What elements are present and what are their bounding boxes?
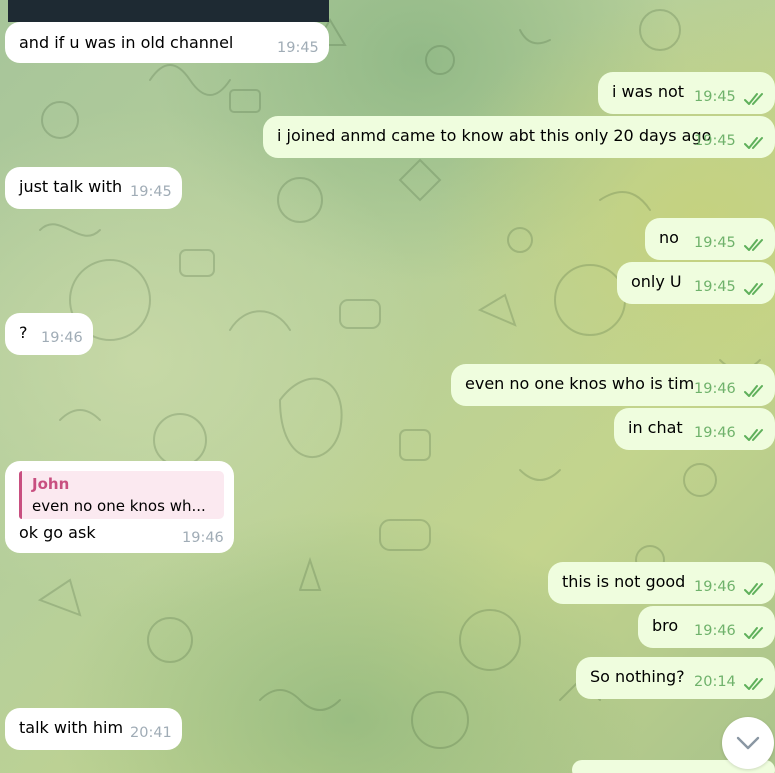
reply-quote[interactable]: John even no one knos wh... [19,471,224,519]
message-time: 19:45 [694,235,736,251]
double-check-icon [744,137,763,149]
message-time: 19:45 [694,279,736,295]
message-text: only U [631,272,682,291]
message-text: i was not [612,82,685,101]
message-bubble[interactable]: just talk with 19:45 [5,167,182,209]
reply-accent-bar [19,471,22,519]
message-bubble[interactable]: John even no one knos wh... ok go ask 19… [5,461,234,553]
message-bubble[interactable]: So nothing? 20:14 [576,657,775,699]
chevron-down-icon [736,736,760,750]
media-preview-edge[interactable] [8,0,329,22]
message-bubble[interactable]: i joined anmd came to know abt this only… [263,116,775,158]
double-check-icon [744,283,763,295]
reply-snippet: even no one knos wh... [32,497,206,515]
message-bubble[interactable]: and if u was in old channel 19:45 [5,22,329,63]
double-check-icon [744,429,763,441]
message-time: 19:45 [694,133,736,149]
message-bubble[interactable]: i was not 19:45 [598,72,775,114]
message-text: even no one knos who is tim [465,374,695,393]
message-bubble[interactable]: talk with him 20:41 [5,708,182,750]
message-text: So nothing? [590,667,685,686]
double-check-icon [744,583,763,595]
message-time: 19:46 [694,579,736,595]
message-time: 19:46 [694,381,736,397]
message-text: in chat [628,418,683,437]
message-time: 20:41 [130,725,172,741]
message-time: 19:45 [694,89,736,105]
message-text: ok go ask [19,523,96,542]
double-check-icon [744,93,763,105]
message-text: talk with him [19,718,124,737]
message-bubble[interactable]: no 19:45 [645,218,775,260]
message-bubble[interactable]: bro 19:46 [638,606,775,648]
double-check-icon [744,385,763,397]
message-text: i joined anmd came to know abt this only… [277,126,712,145]
message-bubble[interactable]: only U 19:45 [617,262,775,304]
double-check-icon [744,678,763,690]
message-text: bro [652,616,679,635]
scroll-to-bottom-button[interactable] [722,717,774,769]
double-check-icon [744,627,763,639]
message-bubble[interactable]: this is not good 19:46 [548,562,775,604]
message-time: 19:45 [130,184,172,200]
message-time: 19:45 [277,40,319,56]
message-time: 19:46 [182,530,224,546]
message-text: ? [19,323,28,342]
message-text: this is not good [562,572,686,591]
message-time: 19:46 [694,623,736,639]
message-time: 20:14 [694,674,736,690]
double-check-icon [744,239,763,251]
message-text: just talk with [19,177,123,196]
message-time: 19:46 [694,425,736,441]
message-time: 19:46 [41,330,83,346]
message-text: and if u was in old channel [19,33,234,52]
message-bubble[interactable]: ? 19:46 [5,313,93,355]
message-bubble[interactable]: in chat 19:46 [614,408,775,450]
message-bubble[interactable]: even no one knos who is tim 19:46 [451,364,775,406]
message-text: no [659,228,679,247]
reply-author: John [32,475,70,493]
